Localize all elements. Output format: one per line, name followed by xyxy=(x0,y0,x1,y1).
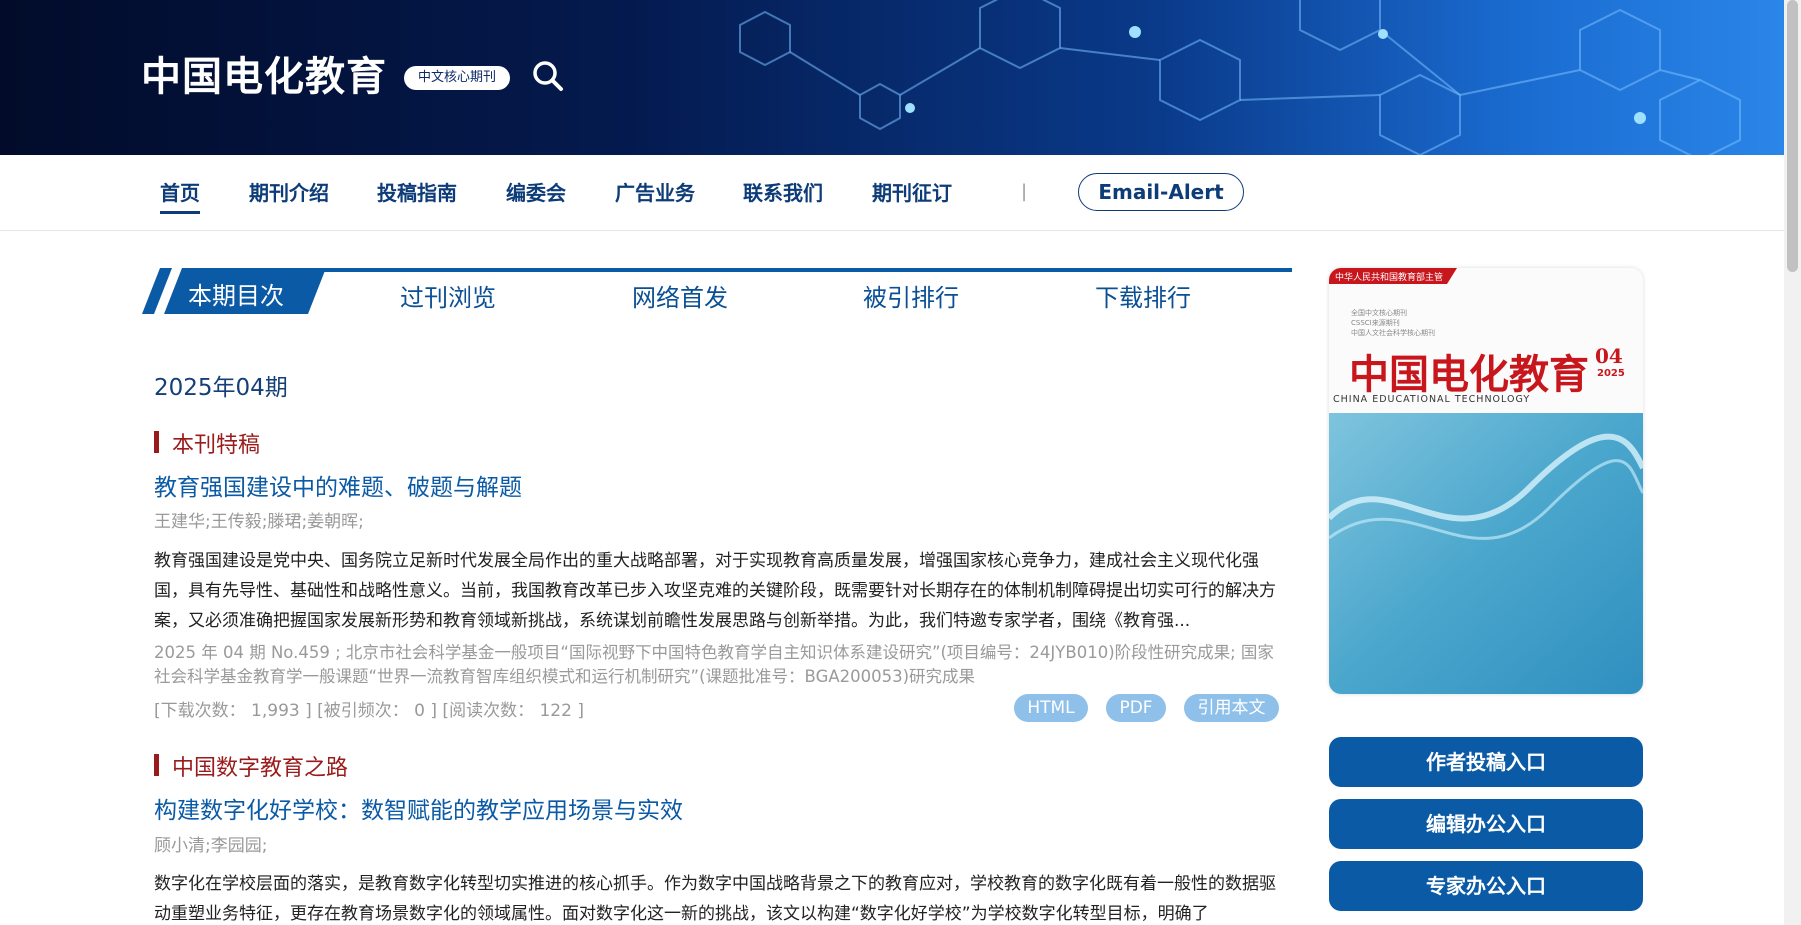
tab-label: 本期目次 xyxy=(188,282,284,310)
cover-issue-no: 04 xyxy=(1595,344,1623,368)
article-authors: 王建华;王传毅;滕珺;姜朝晖; xyxy=(154,512,364,532)
cover-title: 中国电化教育 xyxy=(1349,351,1589,398)
nav-item-journal-intro[interactable]: 期刊介绍 xyxy=(249,177,329,206)
cover-subtitle: CHINA EDUCATIONAL TECHNOLOGY xyxy=(1333,394,1531,405)
article-stats: [下载次数： 1,993 ] [被引频次： 0 ] [阅读次数： 122 ] xyxy=(154,701,584,721)
author-submission-button[interactable]: 作者投稿入口 xyxy=(1329,737,1643,787)
cover-line: 中国人文社会科学核心期刊 xyxy=(1351,329,1435,337)
article-meta: 2025 年 04 期 No.459 ; 北京市社会科学基金一般项目“国际视野下… xyxy=(154,643,1274,686)
cover-year: 2025 xyxy=(1597,368,1625,379)
section-heading: 本刊特稿 xyxy=(154,427,260,459)
cover-top-band: 中华人民共和国教育部主管 xyxy=(1335,273,1444,283)
html-button[interactable]: HTML xyxy=(1014,694,1088,722)
page-scrollbar[interactable] xyxy=(1784,0,1801,925)
tab-most-cited[interactable]: 被引排行 xyxy=(863,278,959,313)
cover-small-lines: 全国中文核心期刊 CSSCI来源期刊 中国人文社会科学核心期刊 xyxy=(1351,308,1435,338)
article-abstract: 教育强国建设是党中央、国务院立足新时代发展全局作出的重大战略部署，对于实现教育高… xyxy=(154,551,1276,631)
tab-current-issue[interactable]: 本期目次 xyxy=(142,268,326,314)
network-decoration xyxy=(739,0,1741,155)
cover-line: CSSCI来源期刊 xyxy=(1351,319,1400,327)
tab-online-first[interactable]: 网络首发 xyxy=(632,278,728,313)
nav-item-subscription[interactable]: 期刊征订 xyxy=(872,177,952,206)
article-abstract: 数字化在学校层面的落实，是教育数字化转型切实推进的核心抓手。作为数字中国战略背景… xyxy=(154,874,1276,924)
header-banner: 中国电化教育 中文核心期刊 xyxy=(0,0,1784,155)
tab-past-issues[interactable]: 过刊浏览 xyxy=(400,278,496,313)
search-icon[interactable] xyxy=(530,58,566,94)
main-nav: 首页 期刊介绍 投稿指南 编委会 广告业务 联系我们 期刊征订 | Email-… xyxy=(0,155,1784,231)
article-authors: 顾小清;李园园; xyxy=(154,836,268,856)
article-title[interactable]: 教育强国建设中的难题、破题与解题 xyxy=(154,468,522,502)
tabs-underline xyxy=(322,268,1292,272)
site-title: 中国电化教育 xyxy=(141,54,387,100)
expert-office-button[interactable]: 专家办公入口 xyxy=(1329,861,1643,911)
cite-button[interactable]: 引用本文 xyxy=(1184,694,1279,722)
section-heading: 中国数字教育之路 xyxy=(154,750,348,782)
nav-item-home[interactable]: 首页 xyxy=(160,177,200,214)
editor-office-button[interactable]: 编辑办公入口 xyxy=(1329,799,1643,849)
article-title[interactable]: 构建数字化好学校：数智赋能的教学应用场景与实效 xyxy=(154,791,683,825)
pdf-button[interactable]: PDF xyxy=(1106,694,1166,722)
nav-item-editorial-board[interactable]: 编委会 xyxy=(506,177,566,206)
scrollbar-thumb[interactable] xyxy=(1787,0,1798,272)
tab-most-downloaded[interactable]: 下载排行 xyxy=(1095,278,1191,313)
email-alert-button[interactable]: Email-Alert xyxy=(1078,173,1244,211)
nav-separator: | xyxy=(1021,181,1028,202)
nav-item-contact[interactable]: 联系我们 xyxy=(743,177,823,206)
journal-cover[interactable]: 中华人民共和国教育部主管 全国中文核心期刊 CSSCI来源期刊 中国人文社会科学… xyxy=(1329,268,1643,694)
nav-item-advertising[interactable]: 广告业务 xyxy=(615,177,695,206)
core-journal-badge: 中文核心期刊 xyxy=(404,66,511,90)
issue-title: 2025年04期 xyxy=(154,375,288,401)
nav-item-submission-guide[interactable]: 投稿指南 xyxy=(377,177,457,206)
issue-tabs: 本期目次 过刊浏览 网络首发 被引排行 下载排行 xyxy=(142,268,1292,314)
cover-line: 全国中文核心期刊 xyxy=(1351,309,1407,317)
